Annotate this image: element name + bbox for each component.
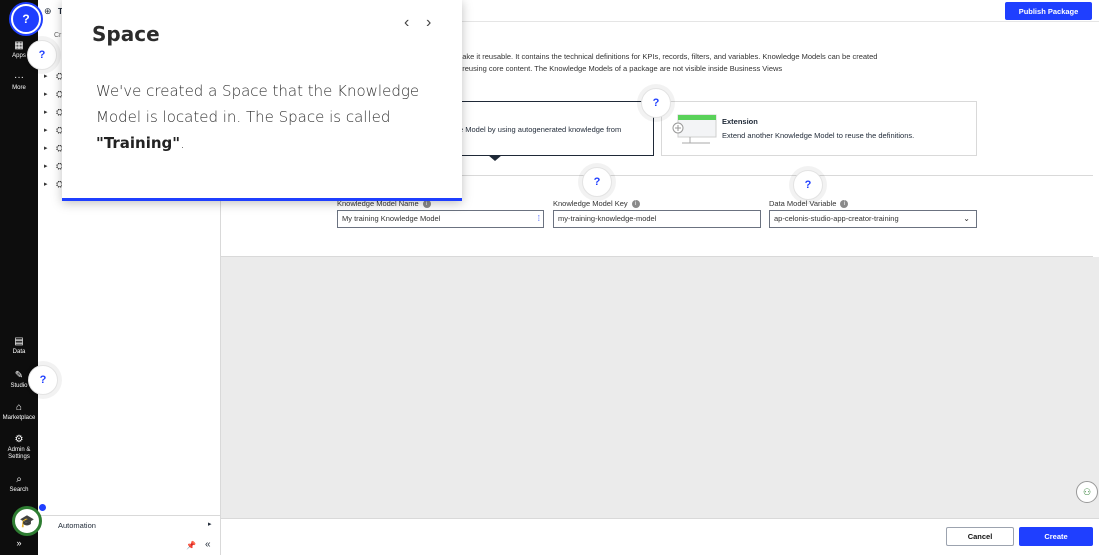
publish-package-button[interactable]: Publish Package (1005, 2, 1092, 20)
tour-next-button[interactable]: › (426, 14, 431, 32)
rail-search-label: Search (9, 487, 29, 493)
search-icon: ⌕ (16, 474, 22, 485)
autogenerate-card-text: e Model by using autogenerated knowledge… (459, 125, 622, 134)
extension-card-title: Extension (722, 117, 758, 126)
knowledge-model-key-input[interactable]: my-training-knowledge-model (553, 210, 761, 228)
assistant-icon[interactable]: ⚇ (1076, 481, 1098, 503)
description-line-1: make it reusable. It contains the techni… (456, 52, 878, 61)
data-model-variable-select[interactable]: ap-celonis-studio-app-creator-training ⌄ (769, 210, 977, 228)
tour-title: Space (92, 22, 160, 46)
expand-icon: » (16, 538, 22, 548)
caret-right-icon: ▸ (44, 91, 48, 98)
info-icon[interactable]: i (631, 200, 640, 209)
left-nav-rail: ▦ Apps ··· More ▤ Data ✎ Studio ⌂ Market… (0, 0, 38, 555)
tour-popover: Space ‹ › We've created a Space that the… (62, 0, 462, 201)
help-beacon-studio[interactable]: ? (28, 365, 58, 395)
cancel-button[interactable]: Cancel (946, 527, 1014, 546)
notification-dot (39, 504, 46, 511)
rail-more-label: More (12, 85, 26, 91)
empty-content-area (221, 257, 1099, 518)
knowledge-model-key-label: Knowledge Model Key i (553, 199, 640, 209)
collapse-sidebar-icon[interactable]: « (205, 539, 211, 550)
caret-right-icon: ▸ (44, 145, 48, 152)
rail-marketplace-label: Marketplace (2, 415, 36, 421)
dots-icon: ··· (14, 72, 24, 83)
help-beacon-key[interactable]: ? (582, 167, 612, 197)
data-model-variable-value: ap-celonis-studio-app-creator-training (774, 214, 899, 223)
tree-footer-divider (38, 515, 220, 516)
extension-illustration-icon (672, 114, 717, 144)
data-model-variable-label: Data Model Variable i (769, 199, 849, 209)
rail-admin[interactable]: ⚙ Admin & Settings (0, 434, 38, 461)
rail-search[interactable]: ⌕ Search (0, 474, 38, 494)
sliders-icon: ⚙ (14, 434, 24, 445)
rail-expand-button[interactable]: » (0, 538, 38, 548)
caret-right-icon: ▸ (44, 109, 48, 116)
pin-icon[interactable]: 📌 (186, 541, 196, 550)
rail-admin-label: Admin & Settings (7, 447, 31, 460)
caret-right-icon: ▸ (208, 521, 212, 528)
create-button[interactable]: Create (1019, 527, 1093, 546)
globe-icon: ⊕ (44, 6, 52, 16)
info-icon[interactable]: i (840, 200, 849, 209)
graduation-cap-icon: 🎓 (19, 514, 35, 528)
text-cursor-icon: ⁞ (537, 214, 540, 223)
tour-body-highlight: "Training" (96, 134, 181, 152)
knowledge-model-name-value: My training Knowledge Model (342, 214, 441, 223)
database-icon: ▤ (14, 336, 24, 347)
selected-card-pointer (488, 155, 502, 161)
automation-item[interactable]: Automation ▸ (38, 517, 220, 535)
rail-data[interactable]: ▤ Data (0, 336, 38, 356)
extension-option-card[interactable]: Extension Extend another Knowledge Model… (661, 101, 977, 156)
description-line-2: e reusing core content. The Knowledge Mo… (456, 64, 783, 73)
knowledge-model-name-input[interactable]: My training Knowledge Model ⁞ (337, 210, 544, 228)
caret-right-icon: ▸ (44, 127, 48, 134)
caret-right-icon: ▸ (44, 163, 48, 170)
rail-data-label: Data (12, 349, 26, 355)
rail-apps-label: Apps (12, 53, 26, 59)
chevron-down-icon: ⌄ (963, 214, 970, 223)
automation-label: Automation (58, 521, 96, 530)
store-icon: ⌂ (15, 402, 23, 413)
autogenerate-option-card[interactable]: e Model by using autogenerated knowledge… (440, 101, 654, 156)
help-beacon-apps[interactable]: ? (27, 40, 57, 70)
help-beacon-variable[interactable]: ? (793, 170, 823, 200)
caret-right-icon: ▸ (44, 181, 48, 188)
tree-create-label[interactable]: Cr (54, 32, 61, 39)
help-beacon-extension[interactable]: ? (641, 88, 671, 118)
extension-card-text: Extend another Knowledge Model to reuse … (722, 131, 915, 140)
rail-marketplace[interactable]: ⌂ Marketplace (0, 402, 38, 422)
tour-prev-button[interactable]: ‹ (404, 14, 409, 32)
rail-more[interactable]: ··· More (0, 72, 38, 92)
onboarding-avatar[interactable]: 🎓 (12, 506, 42, 536)
knowledge-model-key-value: my-training-knowledge-model (558, 214, 657, 223)
tour-step-badge[interactable]: ? (11, 4, 41, 34)
tour-body: We've created a Space that the Knowledge… (96, 82, 420, 152)
info-icon[interactable]: i (422, 200, 431, 209)
rail-studio-label: Studio (10, 383, 28, 389)
caret-right-icon: ▸ (44, 73, 48, 80)
